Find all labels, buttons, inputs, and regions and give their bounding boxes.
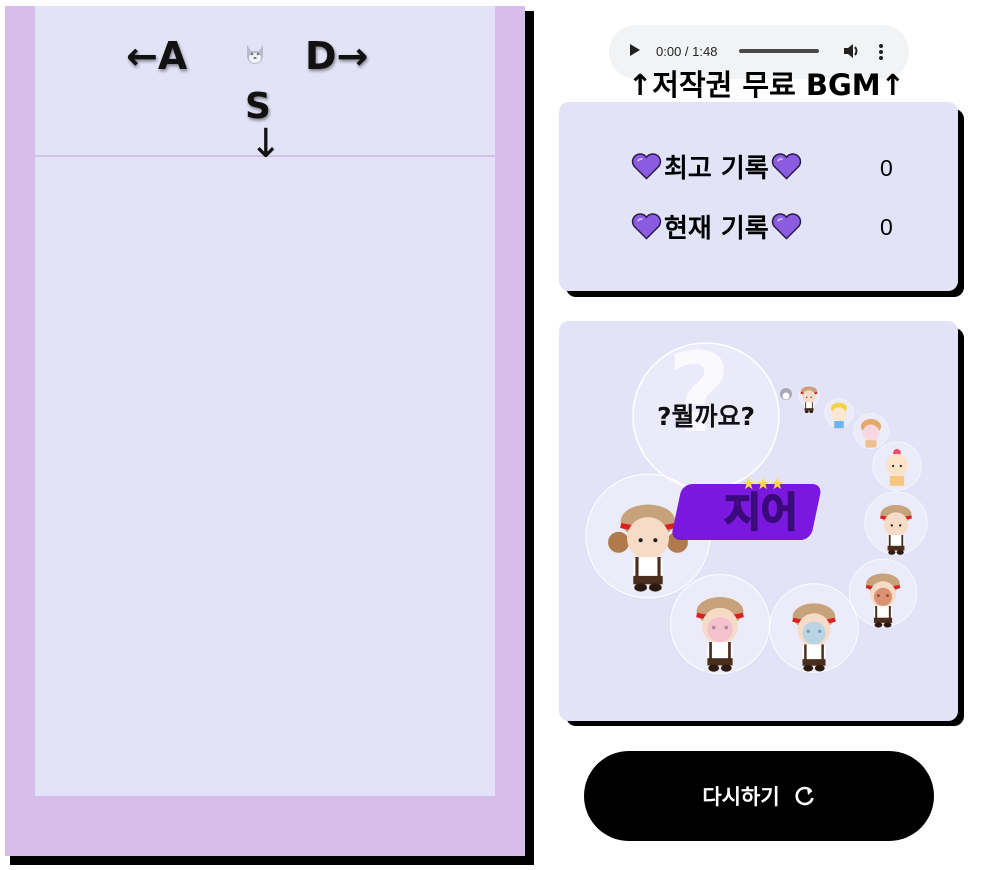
mystery-label: ?뭘까요? [657, 402, 755, 431]
refresh-icon [795, 786, 814, 806]
duck-icon [824, 398, 854, 429]
volume-icon[interactable] [841, 41, 861, 61]
best-score-value: 0 [880, 155, 893, 181]
red-panda-character-icon [848, 558, 918, 630]
question-mark-icon: ? [667, 329, 731, 457]
dog-icon [853, 413, 889, 449]
heart-icon [771, 153, 801, 180]
restart-label: 다시하기 [702, 785, 780, 809]
logo-text: 지어 [724, 490, 798, 536]
current-score-label: 현재 기록 [664, 213, 769, 244]
audio-time: 0:00 / 1:48 [656, 44, 718, 59]
heart-icon [631, 213, 662, 240]
restart-button[interactable]: 다시하기 [584, 751, 934, 841]
more-options-icon[interactable] [879, 42, 883, 62]
evolution-panel: ? ?뭘까요? 지어 ★★★ [559, 321, 958, 721]
stars-icon: ★★★ [741, 474, 784, 493]
pink-character-icon [670, 574, 770, 674]
play-icon[interactable] [630, 44, 640, 56]
current-score-row: 현재 기록 [631, 206, 802, 246]
blue-character-icon [769, 583, 859, 673]
playfield[interactable]: ←A D→ S ↓ [35, 6, 495, 796]
heart-icon [631, 153, 662, 180]
current-score-value: 0 [880, 214, 893, 240]
tiger-icon [798, 385, 820, 414]
best-score-label: 최고 기록 [664, 153, 769, 184]
chicken-icon [872, 441, 922, 491]
evolution-chart: ? ?뭘까요? 지어 ★★★ [585, 329, 928, 721]
drop-arrow: ↓ [249, 121, 283, 167]
cat-character-icon [864, 491, 928, 557]
audio-seek-bar[interactable] [739, 49, 819, 53]
game-board: ←A D→ S ↓ [5, 6, 525, 856]
heart-icon [771, 213, 801, 240]
husky-icon [780, 388, 792, 400]
left-key-hint: ←A [126, 34, 188, 78]
husky-icon [247, 45, 263, 64]
right-key-hint: D→ [305, 34, 369, 78]
best-score-row: 최고 기록 [631, 146, 802, 186]
score-panel: 최고 기록 0 현재 기록 0 [559, 102, 958, 291]
bgm-caption: ↑저작권 무료 BGM↑ [628, 68, 905, 102]
